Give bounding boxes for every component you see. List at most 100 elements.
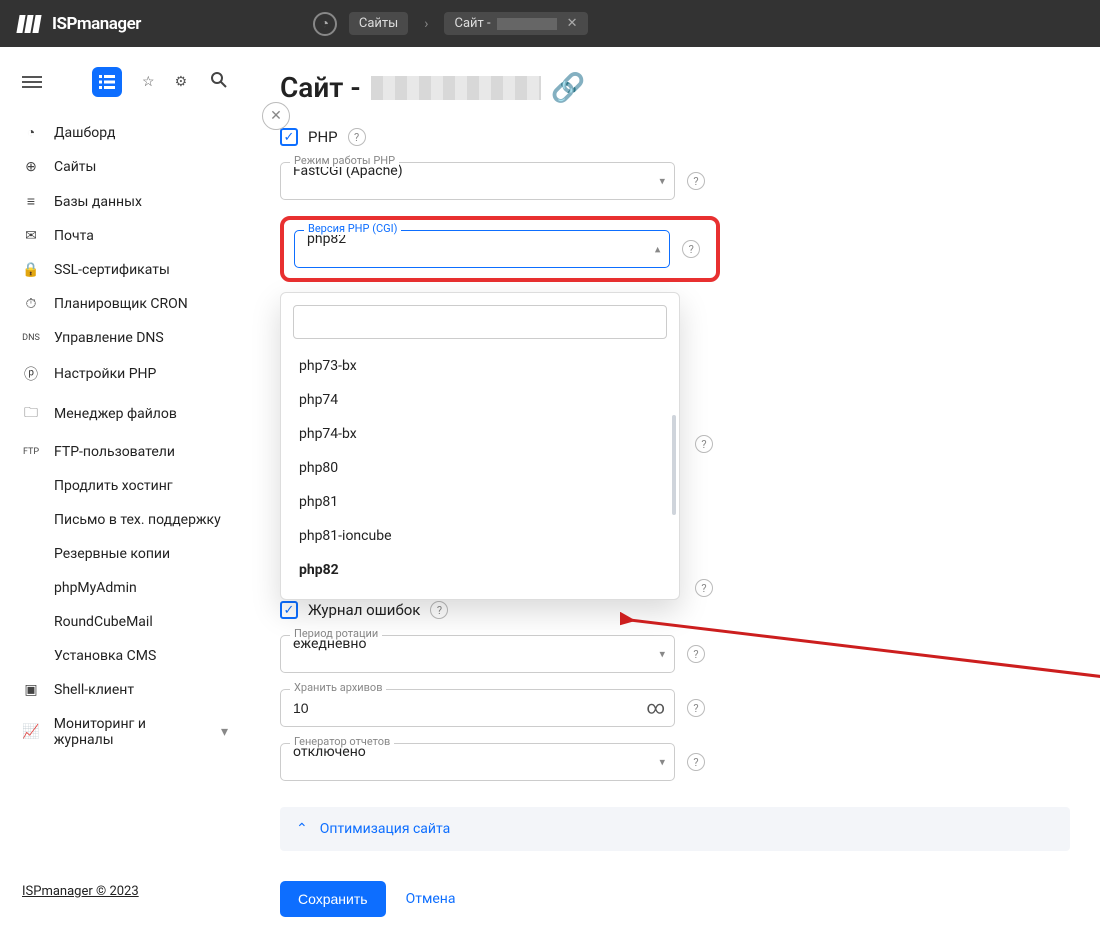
errorlog-label: Журнал ошибок bbox=[308, 601, 420, 619]
dropdown-option[interactable]: php73-bx bbox=[293, 349, 667, 383]
gear-icon[interactable]: ⚙ bbox=[175, 74, 188, 90]
help-icon[interactable]: ? bbox=[687, 172, 705, 190]
chevron-down-icon: ▾ bbox=[659, 756, 665, 769]
sidebar-item-label: phpMyAdmin bbox=[54, 580, 137, 596]
list-view-button[interactable] bbox=[92, 67, 122, 97]
sidebar-item-9[interactable]: FTP FTP-пользователи bbox=[12, 435, 238, 469]
footer-link[interactable]: ISPmanager © 2023 bbox=[22, 884, 139, 899]
php-checkbox[interactable]: ✓ bbox=[280, 128, 298, 146]
sidebar-nav: ◔Дашборд⊕Сайты≡Базы данных ✉ Почта 🔒SSL-сер… bbox=[0, 115, 250, 884]
cancel-button[interactable]: Отмена bbox=[406, 891, 456, 907]
breadcrumb-current[interactable]: Сайт - ✕ bbox=[444, 12, 587, 35]
sidebar-item-5[interactable]: ⏱Планировщик CRON bbox=[12, 287, 238, 321]
sidebar-item-16[interactable]: ▣ Shell-клиент bbox=[12, 673, 238, 707]
php-mode-select[interactable]: FastCGI (Apache) bbox=[280, 162, 675, 200]
hamburger-icon[interactable] bbox=[22, 76, 42, 88]
sidebar-item-1[interactable]: ⊕Сайты bbox=[12, 150, 238, 184]
sidebar-item-13[interactable]: phpMyAdmin bbox=[12, 571, 238, 605]
sidebar-item-17[interactable]: 📈Мониторинг и журналы▾ bbox=[12, 707, 238, 757]
dropdown-option[interactable]: php74-bx bbox=[293, 417, 667, 451]
chevron-up-icon: ⌃ bbox=[296, 821, 308, 837]
optimization-accordion[interactable]: ⌃ Оптимизация сайта bbox=[280, 807, 1070, 851]
reports-select[interactable]: отключено bbox=[280, 743, 675, 781]
php-icon: ⓟ bbox=[22, 364, 40, 384]
title-domain-obscured bbox=[371, 76, 541, 100]
main-panel: Сайт - 🔗 ✓ PHP ? Режим работы PHP FastCG… bbox=[250, 47, 1100, 929]
php-version-field[interactable]: Версия PHP (CGI) php82 ▴ bbox=[294, 230, 670, 268]
sidebar-footer: ISPmanager © 2023 bbox=[0, 884, 250, 929]
archives-field[interactable]: Хранить архивов ∞ bbox=[280, 689, 675, 727]
help-icon[interactable]: ? bbox=[430, 601, 448, 619]
rotation-select[interactable]: ежедневно bbox=[280, 635, 675, 673]
help-icon[interactable]: ? bbox=[695, 435, 713, 453]
chevron-down-icon: ▾ bbox=[659, 648, 665, 661]
php-version-select[interactable]: php82 bbox=[294, 230, 670, 268]
mail-icon: ✉ bbox=[22, 228, 40, 244]
help-icon[interactable]: ? bbox=[687, 753, 705, 771]
errorlog-checkbox[interactable]: ✓ bbox=[280, 601, 298, 619]
sidebar-item-label: FTP-пользователи bbox=[54, 444, 175, 460]
gauge-icon: ◔ bbox=[22, 124, 40, 141]
star-icon[interactable]: ☆ bbox=[142, 74, 155, 90]
dropdown-option[interactable]: php80 bbox=[293, 451, 667, 485]
sidebar-item-label: Мониторинг и журналы bbox=[54, 716, 207, 748]
breadcrumb-root-icon[interactable]: ◔ bbox=[313, 12, 337, 36]
page-title: Сайт - 🔗 bbox=[280, 71, 1070, 104]
sidebar-item-14[interactable]: RoundCubeMail bbox=[12, 605, 238, 639]
dropdown-option[interactable]: php81-ioncube bbox=[293, 519, 667, 553]
modal-close-button[interactable]: ✕ bbox=[262, 102, 290, 130]
sidebar-item-8[interactable]: 🗀Менеджер файлов bbox=[12, 393, 238, 435]
archives-input[interactable] bbox=[280, 689, 675, 727]
php-mode-field[interactable]: Режим работы PHP FastCGI (Apache) ▾ bbox=[280, 162, 675, 200]
dropdown-option[interactable]: php82 bbox=[293, 553, 667, 587]
archives-label: Хранить архивов bbox=[290, 681, 386, 694]
dropdown-search-input[interactable] bbox=[293, 305, 667, 339]
sidebar-item-3[interactable]: ✉ Почта bbox=[12, 219, 238, 253]
sidebar-item-4[interactable]: 🔒SSL-сертификаты bbox=[12, 253, 238, 287]
dns-icon: DNS bbox=[22, 333, 40, 343]
scrollbar[interactable] bbox=[672, 415, 676, 515]
clock-icon: ⏱ bbox=[22, 296, 40, 312]
sidebar-item-label: SSL-сертификаты bbox=[54, 262, 170, 278]
breadcrumb-separator: › bbox=[424, 16, 428, 32]
sidebar-item-0[interactable]: ◔Дашборд bbox=[12, 115, 238, 150]
breadcrumb-domain-obscured bbox=[497, 18, 557, 30]
sidebar-item-label: Установка CMS bbox=[54, 648, 156, 664]
dropdown-option[interactable]: php74 bbox=[293, 383, 667, 417]
save-button[interactable]: Сохранить bbox=[280, 881, 386, 917]
dropdown-option[interactable]: php81 bbox=[293, 485, 667, 519]
php-version-label: Версия PHP (CGI) bbox=[304, 222, 401, 235]
shell-icon: ▣ bbox=[22, 682, 40, 698]
php-version-dropdown: php73-bxphp74php74-bxphp80php81php81-ion… bbox=[280, 292, 680, 600]
php-checkbox-label: PHP bbox=[308, 128, 338, 146]
chevron-up-icon: ▴ bbox=[655, 243, 661, 256]
close-icon[interactable]: ✕ bbox=[567, 16, 578, 31]
sidebar-item-6[interactable]: DNS Управление DNS bbox=[12, 321, 238, 355]
errorlog-checkbox-row: ✓ Журнал ошибок ? bbox=[280, 601, 1070, 619]
sidebar-item-2[interactable]: ≡Базы данных bbox=[12, 184, 238, 219]
php-checkbox-row: ✓ PHP ? bbox=[280, 128, 1070, 146]
help-icon[interactable]: ? bbox=[687, 645, 705, 663]
rotation-label: Период ротации bbox=[290, 627, 382, 640]
search-icon[interactable] bbox=[210, 71, 228, 93]
breadcrumb-sites[interactable]: Сайты bbox=[349, 12, 408, 35]
help-icon[interactable]: ? bbox=[695, 579, 713, 597]
sidebar-item-label: Shell-клиент bbox=[54, 682, 134, 698]
sidebar-item-label: Резервные копии bbox=[54, 546, 170, 562]
help-icon[interactable]: ? bbox=[682, 240, 700, 258]
sidebar-item-10[interactable]: Продлить хостинг bbox=[12, 469, 238, 503]
sidebar-item-label: Управление DNS bbox=[54, 330, 164, 346]
sidebar-item-label: Менеджер файлов bbox=[54, 406, 177, 422]
help-icon[interactable]: ? bbox=[348, 128, 366, 146]
sidebar-item-11[interactable]: Письмо в тех. поддержку bbox=[12, 503, 238, 537]
sidebar-item-label: Почта bbox=[54, 228, 94, 244]
help-icon[interactable]: ? bbox=[687, 699, 705, 717]
link-icon[interactable]: 🔗 bbox=[551, 71, 586, 104]
ftp-icon: FTP bbox=[22, 447, 40, 457]
sidebar-item-12[interactable]: Резервные копии bbox=[12, 537, 238, 571]
infinity-icon[interactable]: ∞ bbox=[646, 698, 665, 719]
sidebar-item-15[interactable]: Установка CMS bbox=[12, 639, 238, 673]
rotation-field[interactable]: Период ротации ежедневно ▾ bbox=[280, 635, 675, 673]
reports-field[interactable]: Генератор отчетов отключено ▾ bbox=[280, 743, 675, 781]
sidebar-item-7[interactable]: ⓟНастройки PHP bbox=[12, 355, 238, 393]
